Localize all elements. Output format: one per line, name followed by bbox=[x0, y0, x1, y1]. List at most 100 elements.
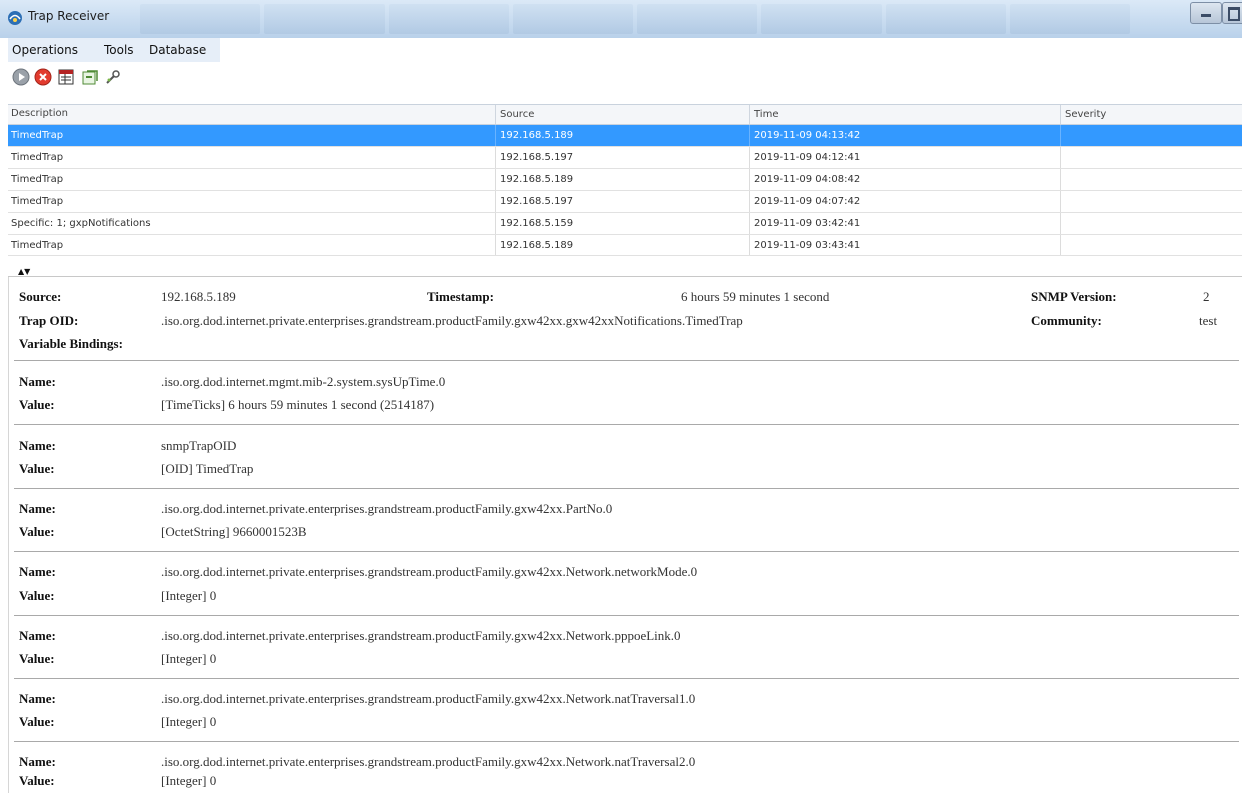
binding-divider bbox=[14, 551, 1239, 552]
binding-name: .iso.org.dod.internet.private.enterprise… bbox=[161, 501, 613, 516]
cell-time: 2019-11-09 04:12:41 bbox=[749, 147, 1060, 168]
binding-name-label: Name: bbox=[19, 501, 56, 516]
binding-name-label: Name: bbox=[19, 691, 56, 706]
binding-name-label: Name: bbox=[19, 564, 56, 579]
binding-name: .iso.org.dod.internet.private.enterprise… bbox=[161, 564, 698, 579]
cell-source: 192.168.5.189 bbox=[495, 235, 750, 255]
toolbar bbox=[0, 62, 1242, 90]
cell-severity bbox=[1060, 147, 1235, 168]
binding-name-label: Name: bbox=[19, 438, 56, 453]
binding-value: [OctetString] 9660001523B bbox=[161, 524, 307, 539]
cell-severity bbox=[1060, 213, 1235, 234]
cell-time: 2019-11-09 04:08:42 bbox=[749, 169, 1060, 190]
binding-value: [Integer] 0 bbox=[161, 588, 217, 603]
table-row[interactable]: TimedTrap 192.168.5.197 2019-11-09 04:12… bbox=[8, 147, 1242, 169]
timestamp-value: 6 hours 59 minutes 1 second bbox=[681, 289, 830, 304]
binding-value: [TimeTicks] 6 hours 59 minutes 1 second … bbox=[161, 397, 435, 412]
cell-description: TimedTrap bbox=[11, 196, 64, 207]
maximize-button[interactable] bbox=[1222, 2, 1242, 24]
cell-source: 192.168.5.197 bbox=[495, 191, 750, 212]
trap-details-panel: Source: 192.168.5.189 Timestamp: 6 hours… bbox=[8, 277, 1242, 793]
binding-name: .iso.org.dod.internet.private.enterprise… bbox=[161, 628, 681, 643]
source-label: Source: bbox=[19, 289, 62, 304]
column-time[interactable]: Time bbox=[749, 105, 778, 124]
splitter-arrows-icon: ▲▼ bbox=[18, 267, 31, 276]
cell-time: 2019-11-09 04:07:42 bbox=[749, 191, 1060, 212]
cell-time: 2019-11-09 03:43:41 bbox=[749, 235, 1060, 255]
title-bar: Trap Receiver bbox=[0, 0, 1242, 39]
trap-oid-label: Trap OID: bbox=[19, 313, 79, 328]
column-severity[interactable]: Severity bbox=[1060, 105, 1106, 124]
binding-value: [Integer] 0 bbox=[161, 651, 217, 666]
table-header: Description Source Time Severity bbox=[8, 104, 1242, 125]
binding-value: [Integer] 0 bbox=[161, 773, 217, 788]
binding-value-label: Value: bbox=[19, 588, 55, 603]
cell-severity bbox=[1060, 191, 1235, 212]
binding-value: [OID] TimedTrap bbox=[161, 461, 254, 476]
cell-time: 2019-11-09 03:42:41 bbox=[749, 213, 1060, 234]
trap-oid-value: .iso.org.dod.internet.private.enterprise… bbox=[161, 313, 743, 328]
binding-value-label: Value: bbox=[19, 651, 55, 666]
background-taskbar bbox=[140, 4, 1130, 34]
cell-severity bbox=[1060, 169, 1235, 190]
cell-source: 192.168.5.197 bbox=[495, 147, 750, 168]
cell-source: 192.168.5.159 bbox=[495, 213, 750, 234]
menu-database[interactable]: Database bbox=[149, 43, 206, 57]
cell-source: 192.168.5.189 bbox=[495, 169, 750, 190]
cell-severity bbox=[1060, 235, 1235, 255]
binding-value-label: Value: bbox=[19, 461, 55, 476]
cell-time: 2019-11-09 04:13:42 bbox=[749, 125, 1060, 146]
binding-name: .iso.org.dod.internet.private.enterprise… bbox=[161, 691, 696, 706]
menu-operations[interactable]: Operations bbox=[12, 43, 78, 57]
stop-icon[interactable] bbox=[34, 68, 52, 86]
table-row[interactable]: TimedTrap 192.168.5.189 2019-11-09 04:13… bbox=[8, 125, 1242, 147]
snmp-version-label: SNMP Version: bbox=[1031, 289, 1117, 304]
tool-icon[interactable] bbox=[104, 68, 122, 86]
binding-value: [Integer] 0 bbox=[161, 714, 217, 729]
menu-bar: Operations Tools Database bbox=[0, 38, 1242, 62]
trap-receiver-window: Trap Receiver Operations Tools Database bbox=[0, 0, 1242, 793]
binding-value-label: Value: bbox=[19, 397, 55, 412]
cell-source: 192.168.5.189 bbox=[495, 125, 750, 146]
filter-icon[interactable] bbox=[57, 68, 75, 86]
binding-name-label: Name: bbox=[19, 374, 56, 389]
binding-value-label: Value: bbox=[19, 524, 55, 539]
table-row[interactable]: TimedTrap 192.168.5.189 2019-11-09 03:43… bbox=[8, 235, 1242, 256]
minimize-icon bbox=[1201, 14, 1211, 17]
cell-severity bbox=[1060, 125, 1235, 146]
cell-description: TimedTrap bbox=[11, 130, 64, 141]
source-value: 192.168.5.189 bbox=[161, 289, 236, 304]
snmp-version-value: 2 bbox=[1203, 289, 1210, 304]
binding-name: .iso.org.dod.internet.private.enterprise… bbox=[161, 754, 696, 769]
community-value: test bbox=[1199, 313, 1218, 328]
maximize-icon bbox=[1228, 7, 1240, 21]
table-row[interactable]: TimedTrap 192.168.5.197 2019-11-09 04:07… bbox=[8, 191, 1242, 213]
binding-divider bbox=[14, 741, 1239, 742]
column-source[interactable]: Source bbox=[495, 105, 534, 124]
trap-table: Description Source Time Severity TimedTr… bbox=[8, 104, 1242, 268]
binding-name-label: Name: bbox=[19, 754, 56, 769]
pane-splitter[interactable]: ▲▼ bbox=[8, 268, 1242, 277]
binding-divider bbox=[14, 360, 1239, 361]
binding-divider bbox=[14, 424, 1239, 425]
cell-description: Specific: 1; gxpNotifications bbox=[11, 218, 151, 229]
variable-bindings-label: Variable Bindings: bbox=[19, 336, 123, 351]
binding-value-label: Value: bbox=[19, 714, 55, 729]
cell-description: TimedTrap bbox=[11, 152, 64, 163]
community-label: Community: bbox=[1031, 313, 1102, 328]
minimize-button[interactable] bbox=[1190, 2, 1222, 24]
export-icon[interactable] bbox=[81, 68, 99, 86]
binding-divider bbox=[14, 615, 1239, 616]
start-icon[interactable] bbox=[12, 68, 30, 86]
menu-tools[interactable]: Tools bbox=[104, 43, 134, 57]
cell-description: TimedTrap bbox=[11, 174, 64, 185]
column-description[interactable]: Description bbox=[11, 108, 68, 119]
table-row[interactable]: TimedTrap 192.168.5.189 2019-11-09 04:08… bbox=[8, 169, 1242, 191]
cell-description: TimedTrap bbox=[11, 240, 64, 251]
binding-value-label: Value: bbox=[19, 773, 55, 788]
binding-name-label: Name: bbox=[19, 628, 56, 643]
binding-name: .iso.org.dod.internet.mgmt.mib-2.system.… bbox=[161, 374, 446, 389]
app-icon bbox=[8, 11, 22, 25]
table-row[interactable]: Specific: 1; gxpNotifications 192.168.5.… bbox=[8, 213, 1242, 235]
timestamp-label: Timestamp: bbox=[427, 289, 494, 304]
